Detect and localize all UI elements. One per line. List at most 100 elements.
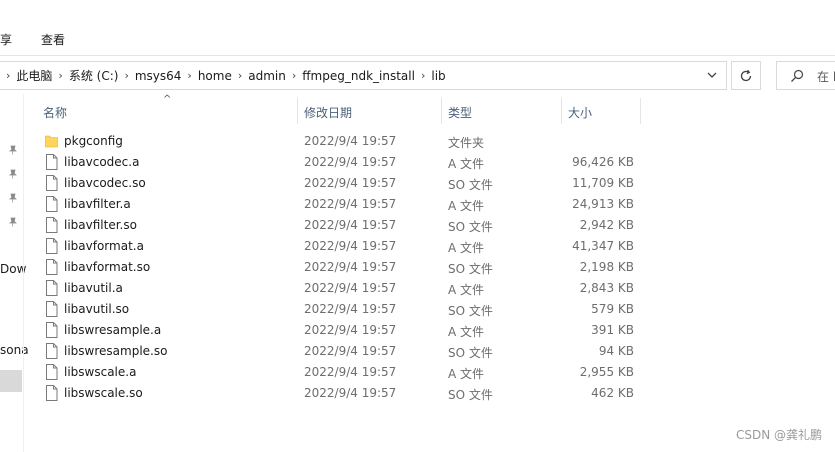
breadcrumb-item[interactable]: › lib [415,69,446,83]
file-name: libavformat.a [64,239,144,253]
file-size: 579 KB [591,302,634,316]
file-name: pkgconfig [64,134,123,148]
file-icon [45,280,58,296]
column-header-size[interactable]: 大小 [568,104,592,121]
breadcrumb-label: lib [431,68,446,83]
tab-share[interactable]: 享 [0,31,12,48]
file-row[interactable]: libavfilter.a 2022/9/4 19:57 A 文件 24,913 KB [24,194,835,215]
address-bar[interactable]: › 此电脑 › 系统 (C:) › msys64 › home › admin › ffmpeg_nd… [0,61,727,90]
file-row[interactable]: libswresample.a 2022/9/4 19:57 A 文件 391 KB [24,320,835,341]
column-separator[interactable] [441,98,442,124]
column-separator[interactable] [640,98,641,124]
file-row[interactable]: libswscale.a 2022/9/4 19:57 A 文件 2,955 KB [24,362,835,383]
sort-ascending-icon: ^ [163,94,172,105]
file-size: 24,913 KB [572,197,634,211]
file-name: libavcodec.a [64,155,140,169]
breadcrumb-item[interactable]: › admin [232,69,286,83]
breadcrumb-item[interactable]: › home [181,69,231,83]
file-date: 2022/9/4 19:57 [304,218,397,232]
file-date: 2022/9/4 19:57 [304,260,397,274]
file-size: 2,198 KB [579,260,634,274]
breadcrumb-item[interactable]: › msys64 [118,69,181,83]
column-headers: ^ 名称 修改日期 类型 大小 [24,94,835,124]
file-name: libswresample.so [64,344,168,358]
file-date: 2022/9/4 19:57 [304,281,397,295]
file-name: libavutil.a [64,281,123,295]
column-header-date[interactable]: 修改日期 [304,104,352,121]
breadcrumb-item[interactable]: › 系统 (C:) [52,67,118,84]
file-row[interactable]: libavformat.so 2022/9/4 19:57 SO 文件 2,198 K… [24,257,835,278]
file-name: libavutil.so [64,302,130,316]
file-row[interactable]: pkgconfig 2022/9/4 19:57 文件夹 [24,131,835,152]
file-size: 41,347 KB [572,239,634,253]
breadcrumb-label: msys64 [134,68,182,83]
pin-icon [9,193,17,203]
file-type: A 文件 [448,199,485,213]
chevron-right-icon[interactable]: › [286,69,302,82]
search-placeholder: 在 l [817,70,835,84]
file-row[interactable]: libavformat.a 2022/9/4 19:57 A 文件 41,347 KB [24,236,835,257]
folder-icon [45,133,58,149]
chevron-right-icon[interactable]: › [232,69,248,82]
file-type: A 文件 [448,283,485,297]
column-header-type[interactable]: 类型 [448,104,472,121]
refresh-button[interactable] [731,61,761,90]
chevron-right-icon[interactable]: › [181,69,197,82]
file-icon [45,364,58,380]
search-box[interactable]: 在 l [776,61,835,90]
file-row[interactable]: libavcodec.so 2022/9/4 19:57 SO 文件 11,709 K… [24,173,835,194]
file-icon [45,343,58,359]
file-row[interactable]: libavutil.so 2022/9/4 19:57 SO 文件 579 KB [24,299,835,320]
file-name: libavfilter.so [64,218,137,232]
file-icon [45,154,58,170]
file-icon [45,259,58,275]
file-icon [45,175,58,191]
tab-view[interactable]: 查看 [41,31,65,48]
column-header-name[interactable]: 名称 [43,104,67,121]
file-date: 2022/9/4 19:57 [304,239,397,253]
file-size: 462 KB [591,386,634,400]
breadcrumb-item[interactable]: › ffmpeg_ndk_install [286,69,415,83]
file-type: A 文件 [448,367,485,381]
file-icon [45,238,58,254]
breadcrumb-label: home [197,68,232,83]
file-date: 2022/9/4 19:57 [304,134,397,148]
file-name: libswresample.a [64,323,162,337]
breadcrumb-label: admin [248,68,286,83]
navigation-pane: Dow sona [0,94,29,452]
breadcrumb-item[interactable]: › 此电脑 [0,67,52,84]
file-row[interactable]: libavcodec.a 2022/9/4 19:57 A 文件 96,426 KB [24,152,835,173]
column-separator[interactable] [561,98,562,124]
file-row[interactable]: libavfilter.so 2022/9/4 19:57 SO 文件 2,942 K… [24,215,835,236]
breadcrumb-label: 系统 (C:) [68,69,119,83]
file-type: SO 文件 [448,388,493,402]
chevron-right-icon[interactable]: › [0,69,16,82]
chevron-right-icon[interactable]: › [415,69,431,82]
file-name: libavfilter.a [64,197,131,211]
address-row: › 此电脑 › 系统 (C:) › msys64 › home › admin › ffmpeg_nd… [0,56,835,94]
file-type: SO 文件 [448,220,493,234]
nav-item-selected[interactable] [0,370,22,392]
file-icon [45,301,58,317]
file-date: 2022/9/4 19:57 [304,155,397,169]
file-row[interactable]: libswresample.so 2022/9/4 19:57 SO 文件 94 KB [24,341,835,362]
file-row[interactable]: libavutil.a 2022/9/4 19:57 A 文件 2,843 KB [24,278,835,299]
chevron-down-icon[interactable] [706,69,718,81]
file-size: 2,955 KB [579,365,634,379]
chevron-right-icon[interactable]: › [52,69,68,82]
chevron-right-icon[interactable]: › [118,69,134,82]
breadcrumb-label: 此电脑 [16,69,53,83]
file-icon [45,217,58,233]
column-separator[interactable] [297,98,298,124]
pin-icon [9,217,17,227]
file-icon [45,196,58,212]
breadcrumb: › 此电脑 › 系统 (C:) › msys64 › home › admin › ffmpeg_nd… [0,62,446,89]
file-type: SO 文件 [448,346,493,360]
file-size: 11,709 KB [572,176,634,190]
file-type: A 文件 [448,157,485,171]
file-name: libavformat.so [64,260,151,274]
file-row[interactable]: libswscale.so 2022/9/4 19:57 SO 文件 462 KB [24,383,835,404]
refresh-icon [740,69,752,81]
pin-icon [9,169,17,179]
file-type: A 文件 [448,241,485,255]
